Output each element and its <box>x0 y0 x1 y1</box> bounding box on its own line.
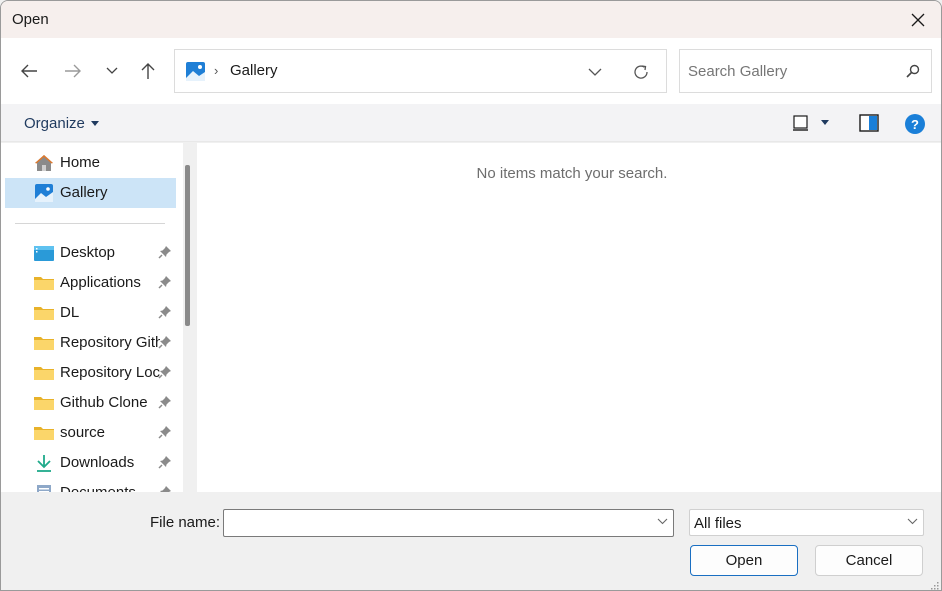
sidebar-item-github-clone[interactable]: Github Clone <box>5 388 176 418</box>
back-button[interactable] <box>14 56 44 86</box>
dialog-footer: File name: All files Open Cancel <box>1 492 941 590</box>
arrow-right-icon <box>65 64 81 78</box>
pin-icon[interactable] <box>158 365 172 379</box>
arrow-up-icon <box>141 63 155 79</box>
gallery-icon <box>186 62 205 81</box>
sidebar-item-label: Downloads <box>60 454 135 471</box>
navigation-pane: Home Gallery Desktop Applications DL Rep… <box>1 143 183 492</box>
sidebar-item-label: Applications <box>60 274 141 291</box>
command-bar: Organize ? <box>1 104 941 142</box>
sidebar-item-repository-github[interactable]: Repository Github <box>5 328 176 358</box>
close-button[interactable] <box>895 1 941 38</box>
sidebar-item-home[interactable]: Home <box>5 148 176 178</box>
file-name-combobox <box>223 509 674 537</box>
gallery-icon <box>35 184 53 202</box>
resize-grip-icon[interactable] <box>929 580 939 590</box>
file-type-value: All files <box>694 515 742 532</box>
sidebar-item-label: DL <box>60 304 80 321</box>
folder-icon <box>34 367 54 380</box>
pin-icon[interactable] <box>158 335 172 349</box>
organize-label: Organize <box>24 115 85 132</box>
open-button[interactable]: Open <box>690 545 798 576</box>
folder-icon <box>34 427 54 440</box>
sidebar-item-label: Repository Local <box>60 364 160 381</box>
file-type-select[interactable]: All files <box>689 509 924 536</box>
navigation-bar: › Gallery <box>1 38 941 104</box>
cancel-button[interactable]: Cancel <box>815 545 923 576</box>
view-icon[interactable] <box>792 114 810 132</box>
sidebar-item-downloads[interactable]: Downloads <box>5 448 176 478</box>
sidebar-item-desktop[interactable]: Desktop <box>5 238 176 268</box>
file-list-pane: No items match your search. <box>197 143 941 492</box>
arrow-left-icon <box>21 64 37 78</box>
chevron-down-icon <box>588 68 602 76</box>
forward-button[interactable] <box>58 56 88 86</box>
view-options-dropdown[interactable] <box>821 120 829 125</box>
breadcrumb-separator: › <box>214 63 219 78</box>
preview-pane-icon[interactable] <box>859 114 879 132</box>
desktop-icon <box>34 246 54 261</box>
folder-icon <box>34 337 54 350</box>
pin-icon[interactable] <box>158 455 172 469</box>
folder-icon <box>34 397 54 410</box>
sidebar-item-gallery[interactable]: Gallery <box>5 178 176 208</box>
sidebar-item-label: Home <box>60 154 101 171</box>
search-icon[interactable] <box>905 63 921 79</box>
sidebar-item-label: Repository Github <box>60 334 160 351</box>
address-history-dropdown[interactable] <box>583 60 607 84</box>
close-icon <box>911 13 925 26</box>
sidebar-item-label: Documents <box>60 484 160 492</box>
sidebar-item-label: Github Clone <box>60 394 148 411</box>
sidebar-item-label: Desktop <box>60 244 116 261</box>
sidebar-item-applications[interactable]: Applications <box>5 268 176 298</box>
empty-state-message: No items match your search. <box>476 165 668 182</box>
sidebar-item-source[interactable]: source <box>5 418 176 448</box>
sidebar-item-label: source <box>60 424 106 441</box>
dialog-title: Open <box>12 11 49 28</box>
sidebar-item-label: Gallery <box>60 184 108 201</box>
sidebar-scrollbar[interactable] <box>183 143 196 492</box>
pin-icon[interactable] <box>158 275 172 289</box>
refresh-icon <box>634 65 648 79</box>
up-button[interactable] <box>133 56 163 86</box>
organize-menu-button[interactable]: Organize <box>24 115 99 132</box>
documents-icon <box>37 485 51 492</box>
pin-icon[interactable] <box>158 425 172 439</box>
address-bar[interactable]: › Gallery <box>174 49 667 93</box>
help-button[interactable]: ? <box>905 114 925 134</box>
sidebar-divider <box>15 223 165 224</box>
search-input[interactable] <box>688 60 888 82</box>
pin-icon[interactable] <box>158 395 172 409</box>
open-file-dialog: Open › Gallery Search Gallery Organize ?… <box>0 0 942 591</box>
file-name-label: File name: <box>150 514 221 531</box>
title-bar: Open <box>1 1 941 38</box>
home-icon <box>35 155 53 171</box>
scrollbar-thumb[interactable] <box>185 165 190 326</box>
folder-icon <box>34 307 54 320</box>
chevron-down-icon <box>106 67 118 74</box>
folder-icon <box>34 277 54 290</box>
pin-icon[interactable] <box>158 485 172 492</box>
pin-icon[interactable] <box>158 245 172 259</box>
pin-icon[interactable] <box>158 305 172 319</box>
caret-down-icon <box>90 121 99 126</box>
chevron-down-icon <box>907 518 918 525</box>
recent-locations-button[interactable] <box>97 56 127 86</box>
sidebar-item-repository-local[interactable]: Repository Local <box>5 358 176 388</box>
sidebar-item-documents[interactable]: Documents <box>5 478 176 492</box>
download-icon <box>37 455 51 472</box>
refresh-button[interactable] <box>629 60 653 84</box>
breadcrumb-gallery[interactable]: Gallery <box>230 62 278 79</box>
sidebar-item-dl[interactable]: DL <box>5 298 176 328</box>
search-box <box>679 49 932 93</box>
chevron-down-icon[interactable] <box>657 518 668 525</box>
file-name-input[interactable] <box>228 514 648 532</box>
